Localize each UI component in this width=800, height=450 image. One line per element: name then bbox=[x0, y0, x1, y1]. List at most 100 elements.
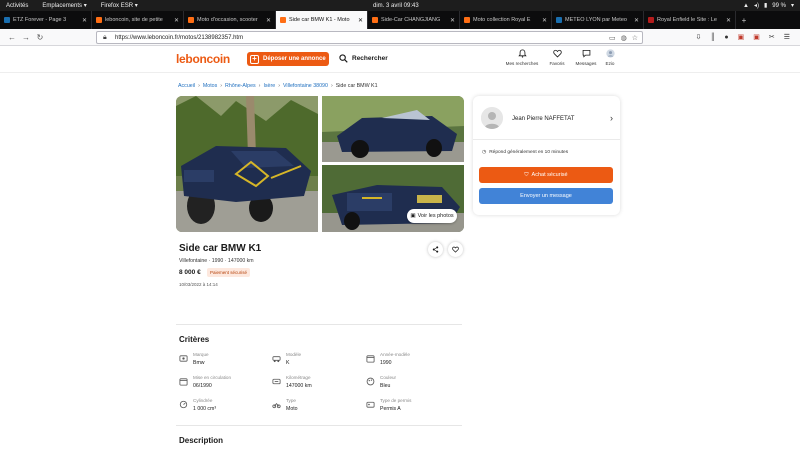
breadcrumb-link[interactable]: Accueil bbox=[178, 83, 195, 89]
system-tray[interactable]: ▲ ◂) ▮ 99 % ▾ bbox=[743, 2, 794, 10]
tab-title: leboncoin, site de petite bbox=[105, 17, 163, 23]
share-button[interactable] bbox=[428, 242, 443, 257]
browser-tab[interactable]: Side-Car CHANGJIANG ✕ bbox=[368, 11, 460, 29]
criteria-label: Mise en circulation bbox=[193, 375, 232, 380]
chevron-right-icon[interactable]: › bbox=[610, 113, 613, 123]
places-menu[interactable]: Emplacements ▾ bbox=[42, 2, 86, 9]
close-icon[interactable]: ✕ bbox=[82, 17, 87, 24]
breadcrumb-link[interactable]: Villefontaine 38090 bbox=[283, 83, 328, 89]
addon-icon[interactable]: ● bbox=[724, 34, 728, 41]
menu-icon[interactable]: ☰ bbox=[784, 33, 790, 41]
criteria-item: Cylindrée 1 000 cm³ bbox=[179, 398, 269, 418]
avatar[interactable] bbox=[481, 107, 503, 129]
criteria-label: Type bbox=[286, 398, 296, 403]
app-menu[interactable]: Firefox ESR ▾ bbox=[101, 2, 138, 9]
reader-view-icon[interactable]: ▭ bbox=[609, 34, 616, 42]
tab-title: Moto collection Royal E bbox=[473, 17, 531, 23]
seller-name[interactable]: Jean Pierre NAFFETAT bbox=[512, 116, 574, 122]
criteria-label: Cylindrée bbox=[193, 398, 213, 403]
close-icon[interactable]: ✕ bbox=[450, 17, 455, 24]
close-icon[interactable]: ✕ bbox=[174, 17, 179, 24]
criteria-item: Kilométrage 147000 km bbox=[272, 375, 362, 395]
secure-payment-badge: Paiement sécurisé bbox=[207, 268, 251, 277]
site-logo[interactable]: leboncoin bbox=[176, 52, 230, 66]
tab-title: Royal Enfield le Site : Le bbox=[657, 17, 717, 23]
description-title: Description bbox=[179, 436, 224, 445]
criteria-value: 147000 km bbox=[286, 383, 312, 389]
gallery-photo[interactable] bbox=[322, 96, 464, 162]
nav-account[interactable]: Ezio bbox=[592, 49, 628, 66]
divider bbox=[176, 425, 462, 426]
breadcrumb-link[interactable]: Rhône-Alpes bbox=[225, 83, 256, 89]
forward-icon[interactable]: → bbox=[20, 31, 32, 43]
see-photos-button[interactable]: ▣ Voir les photos bbox=[407, 209, 457, 223]
shield-icon[interactable]: ◍ bbox=[621, 34, 627, 42]
send-message-button[interactable]: Envoyer un message bbox=[479, 188, 613, 204]
new-tab-button[interactable]: + bbox=[736, 11, 752, 29]
bookmark-star-icon[interactable]: ☆ bbox=[632, 34, 638, 42]
nav-my-searches[interactable]: Mes recherches bbox=[504, 49, 540, 66]
post-ad-button[interactable]: + Déposer une annonce bbox=[247, 52, 329, 66]
criteria-title: Critères bbox=[179, 335, 210, 344]
search-link[interactable]: Rechercher bbox=[339, 54, 388, 63]
downloads-icon[interactable]: ⇩ bbox=[696, 33, 702, 41]
battery-level: 99 % bbox=[772, 2, 786, 9]
addon-icon[interactable]: ▣ bbox=[738, 33, 745, 41]
see-photos-label: Voir les photos bbox=[417, 213, 454, 219]
toolbar-right: ⇩ ║ ● ▣ ▣ ✂ ☰ bbox=[696, 33, 790, 42]
activities-button[interactable]: Activités bbox=[6, 3, 28, 9]
browser-tab[interactable]: ETZ Forever - Page 3 ✕ bbox=[0, 11, 92, 29]
heart-icon bbox=[452, 246, 459, 253]
tab-title: Side car BMW K1 - Moto bbox=[289, 17, 350, 23]
close-icon[interactable]: ✕ bbox=[542, 17, 547, 24]
nav-label: Ezio bbox=[605, 61, 615, 66]
browser-tab[interactable]: METEO LYON par Meteo ✕ bbox=[552, 11, 644, 29]
favicon-icon bbox=[280, 17, 286, 23]
reload-icon[interactable]: ↻ bbox=[34, 31, 46, 43]
favorite-button[interactable] bbox=[448, 242, 463, 257]
address-bar[interactable]: 🔒︎ https://www.leboncoin.fr/motos/213898… bbox=[96, 31, 643, 44]
browser-tab[interactable]: Royal Enfield le Site : Le ✕ bbox=[644, 11, 736, 29]
user-icon bbox=[605, 49, 615, 58]
response-time-text: Répond généralement en 10 minutes bbox=[489, 150, 569, 155]
criteria-label: Type de permis bbox=[380, 398, 412, 403]
close-icon[interactable]: ✕ bbox=[726, 17, 731, 24]
criteria-value: 06/1990 bbox=[193, 383, 212, 389]
screenshot-icon[interactable]: ✂ bbox=[769, 33, 775, 41]
url-text[interactable]: https://www.leboncoin.fr/motos/213898235… bbox=[115, 35, 243, 41]
breadcrumb-current: Side car BMW K1 bbox=[335, 83, 378, 89]
bell-icon bbox=[517, 49, 527, 58]
plus-icon: + bbox=[250, 54, 259, 64]
license-icon bbox=[366, 401, 375, 408]
close-icon[interactable]: ✕ bbox=[634, 17, 639, 24]
breadcrumb-link[interactable]: Motos bbox=[203, 83, 217, 89]
chat-icon bbox=[582, 49, 590, 58]
tab-strip: ETZ Forever - Page 3 ✕ leboncoin, site de… bbox=[0, 11, 800, 29]
favicon-icon bbox=[556, 17, 562, 23]
addon-icon[interactable]: ▣ bbox=[753, 33, 760, 41]
listing-title: Side car BMW K1 bbox=[179, 243, 262, 254]
library-icon[interactable]: ║ bbox=[710, 34, 715, 41]
breadcrumb-link[interactable]: Isère bbox=[263, 83, 275, 89]
system-clock[interactable]: dim. 3 avril 09:43 bbox=[373, 3, 419, 9]
lock-icon[interactable]: 🔒︎ bbox=[103, 34, 111, 42]
criteria-label: Marque bbox=[193, 352, 209, 357]
model-icon bbox=[272, 356, 281, 363]
back-icon[interactable]: ← bbox=[6, 31, 18, 43]
criteria-label: Couleur bbox=[380, 375, 397, 380]
chevron-down-icon: ▾ bbox=[790, 3, 794, 9]
posted-date: 10/03/2022 à 14:14 bbox=[179, 282, 218, 287]
response-time: ◷ Répond généralement en 10 minutes bbox=[482, 150, 568, 155]
browser-tab-active[interactable]: Side car BMW K1 - Moto ✕ bbox=[276, 11, 368, 29]
tab-title: METEO LYON par Meteo bbox=[565, 17, 627, 23]
browser-tab[interactable]: Moto collection Royal E ✕ bbox=[460, 11, 552, 29]
close-icon[interactable]: ✕ bbox=[266, 17, 271, 24]
close-icon[interactable]: ✕ bbox=[358, 17, 363, 24]
secure-purchase-button[interactable]: ⛉ Achat sécurisé bbox=[479, 167, 613, 183]
browser-tab[interactable]: Moto d'occasion, scooter ✕ bbox=[184, 11, 276, 29]
browser-tab[interactable]: leboncoin, site de petite ✕ bbox=[92, 11, 184, 29]
main-photo[interactable] bbox=[176, 96, 318, 232]
volume-icon: ◂) bbox=[753, 3, 759, 9]
criteria-value: Moto bbox=[286, 406, 298, 412]
secure-purchase-label: Achat sécurisé bbox=[531, 172, 568, 178]
